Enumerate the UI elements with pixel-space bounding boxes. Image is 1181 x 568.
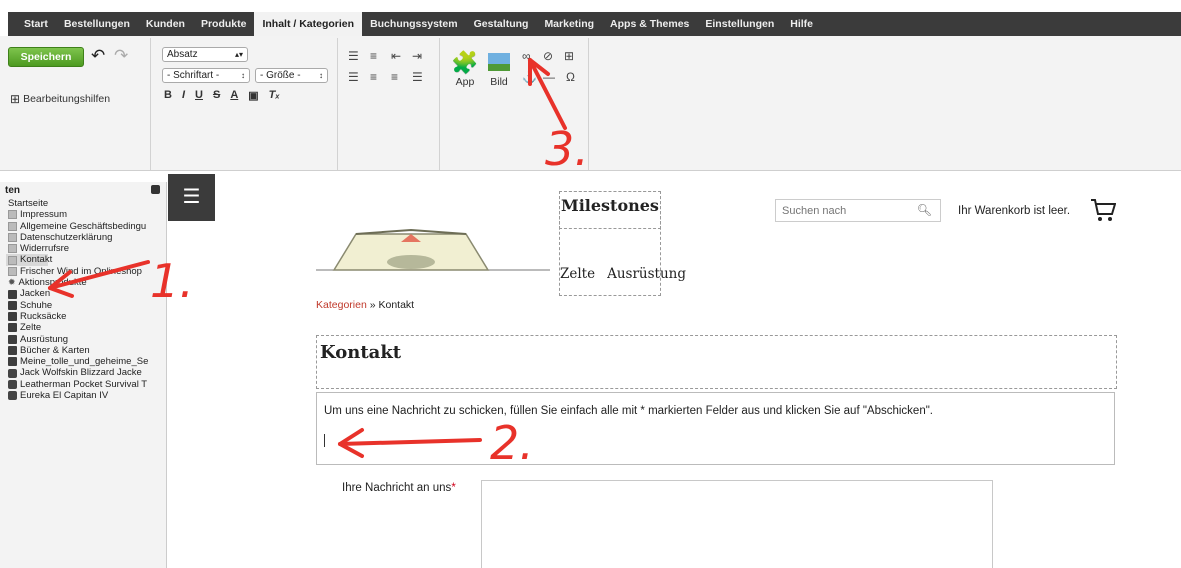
- annotation-label-1: 1.: [150, 254, 194, 308]
- annotation-label-3: 3.: [545, 122, 589, 176]
- annotation-label-2: 2.: [490, 416, 534, 470]
- annotation-arrow-3: [528, 58, 567, 130]
- annotation-arrow-2: [338, 438, 482, 446]
